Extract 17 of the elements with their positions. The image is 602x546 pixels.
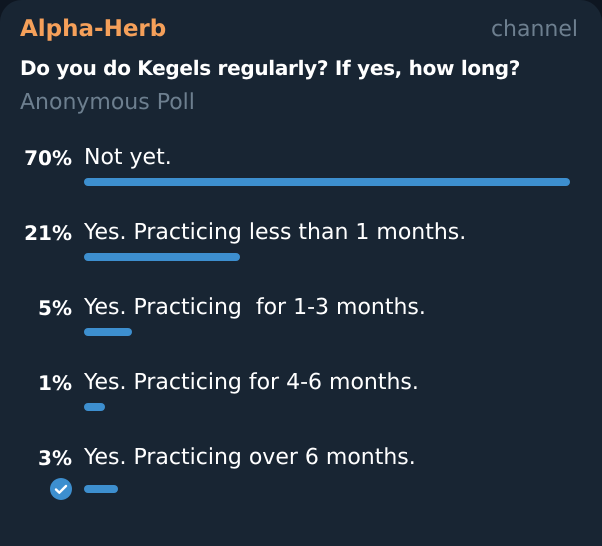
option-percent: 1% [37,370,72,394]
vote-bar [84,485,118,493]
vote-bar [84,328,132,336]
option-text: Yes. Practicing less than 1 months. [84,220,468,245]
option-text: Not yet. [84,145,173,170]
option-text: Yes. Practicing for 4-6 months. [84,370,420,395]
vote-bar [84,403,105,411]
option-percent: 70% [23,146,72,170]
option-text: Yes. Practicing over 6 months. [84,445,417,470]
channel-label: channel [490,17,578,42]
channel-name[interactable]: Alpha-Herb [20,16,166,42]
option-percent: 5% [37,296,72,320]
option-percent: 3% [37,446,72,470]
poll-type: Anonymous Poll [20,90,196,115]
option-percent: 21% [23,220,72,244]
option-text: Yes. Practicing for 1-3 months. [84,295,427,320]
poll-question: Do you do Kegels regularly? If yes, how long? [20,56,522,80]
